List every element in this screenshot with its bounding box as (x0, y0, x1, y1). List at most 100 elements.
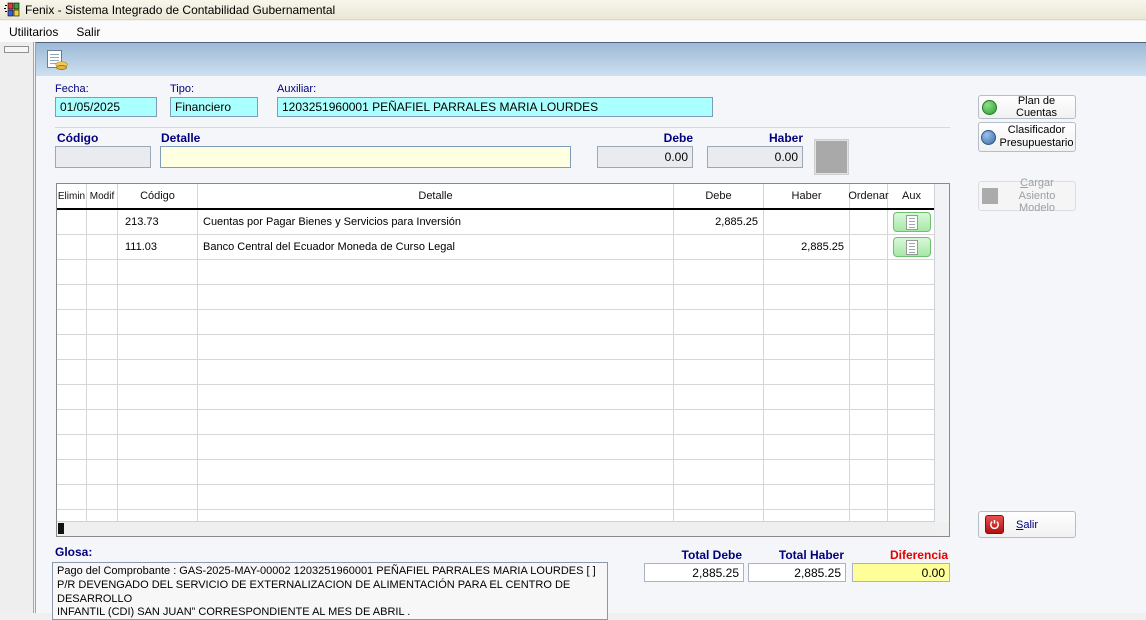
auxiliar-label: Auxiliar: (277, 83, 317, 95)
fecha-input[interactable]: 01/05/2025 (55, 97, 157, 117)
table-row-empty (57, 360, 935, 385)
table-row[interactable]: 213.73 Cuentas por Pagar Bienes y Servici… (57, 210, 935, 235)
glosa-textarea[interactable]: Pago del Comprobante : GAS-2025-MAY-0000… (52, 562, 608, 620)
cell-ordenar (850, 285, 888, 309)
coins-icon (56, 65, 67, 70)
cell-elimin (57, 485, 87, 509)
cell-debe (674, 260, 764, 284)
cell-modif (87, 210, 118, 234)
new-voucher-icon[interactable] (47, 50, 67, 70)
haber-input[interactable]: 0.00 (707, 146, 803, 168)
cell-elimin (57, 385, 87, 409)
entry-action-button[interactable] (815, 140, 848, 174)
power-icon (985, 515, 1004, 534)
app-logo-icon (4, 2, 20, 17)
cell-aux (888, 310, 935, 334)
vertical-scrollbar[interactable] (934, 184, 949, 522)
grid-column-header[interactable]: Elimin (57, 184, 87, 208)
cell-aux (888, 385, 935, 409)
diferencia-label: Diferencia (889, 548, 948, 562)
cell-haber: 2,885.25 (764, 235, 850, 259)
grid-column-header[interactable]: Aux (888, 184, 935, 208)
cell-elimin (57, 360, 87, 384)
grid-column-header[interactable]: Haber (764, 184, 850, 208)
cell-codigo (118, 360, 198, 384)
debe-label: Debe (663, 131, 693, 145)
cell-aux (888, 485, 935, 509)
title-bar: Fenix - Sistema Integrado de Contabilida… (0, 0, 1146, 20)
grid-column-header[interactable]: Código (118, 184, 198, 208)
detalle-label: Detalle (161, 131, 201, 145)
green-sphere-icon (982, 99, 997, 115)
cell-codigo (118, 485, 198, 509)
cell-codigo (118, 335, 198, 359)
codigo-label: Código (57, 131, 99, 145)
detalle-input[interactable] (160, 146, 571, 168)
tipo-input[interactable]: Financiero (170, 97, 258, 117)
grid-body: 213.73 Cuentas por Pagar Bienes y Servici… (57, 210, 935, 522)
cell-modif (87, 335, 118, 359)
cell-modif (87, 360, 118, 384)
cell-debe (674, 385, 764, 409)
table-row[interactable]: 111.03 Banco Central del Ecuador Moneda d… (57, 235, 935, 260)
menu-bar: Utilitarios Salir (0, 21, 1146, 42)
collapsed-side-panel[interactable] (0, 42, 34, 613)
cell-ordenar (850, 335, 888, 359)
total-haber-field: 2,885.25 (748, 563, 846, 582)
codigo-input[interactable] (55, 146, 151, 168)
cell-haber (764, 460, 850, 484)
cell-detalle (198, 435, 674, 459)
cell-modif (87, 310, 118, 334)
cell-modif (87, 235, 118, 259)
cell-aux (888, 410, 935, 434)
cell-aux (888, 210, 935, 234)
diferencia-field: 0.00 (852, 563, 950, 582)
cell-aux (888, 360, 935, 384)
document-icon (905, 239, 918, 255)
debe-input[interactable]: 0.00 (597, 146, 693, 168)
cell-detalle: Cuentas por Pagar Bienes y Servicios par… (198, 210, 674, 234)
cell-modif (87, 260, 118, 284)
cell-detalle: Banco Central del Ecuador Moneda de Curs… (198, 235, 674, 259)
menu-item-utilitarios[interactable]: Utilitarios (0, 23, 67, 41)
aux-document-button[interactable] (892, 237, 931, 257)
cell-debe (674, 335, 764, 359)
cell-debe (674, 310, 764, 334)
salir-button[interactable]: Salir (978, 511, 1076, 538)
tipo-label: Tipo: (170, 83, 195, 95)
grid-column-header[interactable]: Ordenar (848, 184, 889, 208)
cell-aux (888, 335, 935, 359)
cell-detalle (198, 260, 674, 284)
cell-modif (87, 385, 118, 409)
plan-de-cuentas-button[interactable]: Plan de Cuentas (978, 95, 1076, 119)
cell-debe (674, 435, 764, 459)
scrollbar-thumb[interactable] (58, 523, 64, 534)
cell-detalle (198, 485, 674, 509)
table-row-empty (57, 435, 935, 460)
cell-haber (764, 410, 850, 434)
grid-column-header[interactable]: Debe (674, 184, 764, 208)
cell-haber (764, 210, 850, 234)
cell-detalle (198, 410, 674, 434)
panel-splitter-handle[interactable] (4, 46, 29, 53)
salir-label: Salir (1016, 518, 1039, 531)
cell-modif (87, 460, 118, 484)
cell-detalle (198, 360, 674, 384)
auxiliar-input[interactable]: 1203251960001 PEÑAFIEL PARRALES MARIA LO… (277, 97, 713, 117)
cell-aux (888, 285, 935, 309)
menu-item-salir[interactable]: Salir (67, 23, 109, 41)
cell-elimin (57, 460, 87, 484)
aux-document-button[interactable] (892, 212, 931, 232)
cell-elimin (57, 335, 87, 359)
table-row-empty (57, 460, 935, 485)
table-row-empty (57, 285, 935, 310)
clasificador-presupuestario-button[interactable]: Clasificador Presupuestario (978, 122, 1076, 152)
horizontal-scrollbar[interactable] (57, 521, 935, 536)
cell-detalle (198, 385, 674, 409)
grid-column-header[interactable]: Modif (87, 184, 118, 208)
grid-column-header[interactable]: Detalle (198, 184, 674, 208)
table-row-empty (57, 385, 935, 410)
cell-debe (674, 285, 764, 309)
table-row-empty (57, 485, 935, 510)
cell-ordenar (850, 210, 888, 234)
